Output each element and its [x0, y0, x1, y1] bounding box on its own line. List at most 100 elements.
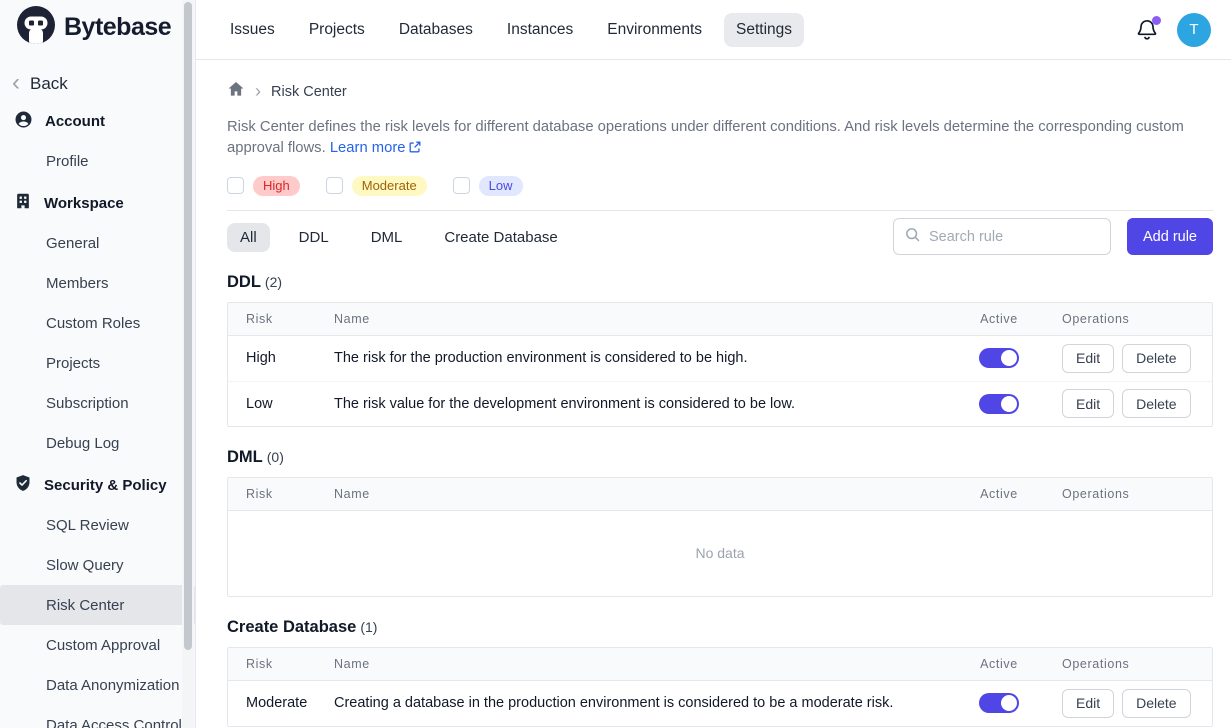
moderate-checkbox[interactable]: [326, 177, 343, 194]
brand-logo[interactable]: Bytebase: [0, 0, 195, 55]
add-rule-button[interactable]: Add rule: [1127, 218, 1213, 255]
delete-button[interactable]: Delete: [1122, 689, 1190, 718]
settings-sidebar: Bytebase ‹ Back Account Profile Workspac…: [0, 0, 196, 728]
nav-item-instances[interactable]: Instances: [495, 13, 585, 47]
sidebar-scrollbar-thumb[interactable]: [184, 2, 192, 650]
back-label: Back: [30, 74, 68, 94]
section-title-ddl: DDL(2): [227, 273, 1213, 292]
sidebar-group-label: Workspace: [44, 195, 124, 212]
section-title-dml: DML(0): [227, 448, 1213, 467]
filter-low: Low: [453, 176, 523, 196]
section-count: (2): [265, 274, 282, 290]
col-operations: Operations: [1054, 657, 1212, 671]
avatar[interactable]: T: [1177, 13, 1211, 47]
empty-state: No data: [228, 511, 1212, 596]
sidebar-header-security-policy: Security & Policy: [0, 465, 195, 505]
col-name: Name: [334, 312, 944, 326]
sidebar-item-members[interactable]: Members: [0, 263, 195, 303]
rule-name: The risk value for the development envir…: [334, 396, 944, 412]
sidebar-item-sql-review[interactable]: SQL Review: [0, 505, 195, 545]
tab-ddl[interactable]: DDL: [286, 223, 342, 252]
nav-links: Issues Projects Databases Instances Envi…: [218, 13, 804, 47]
edit-button[interactable]: Edit: [1062, 689, 1114, 718]
dml-rules-table: Risk Name Active Operations No data: [227, 477, 1213, 597]
sidebar-item-subscription[interactable]: Subscription: [0, 383, 195, 423]
external-link-icon: [408, 140, 422, 154]
risk-value: Low: [228, 396, 334, 412]
sidebar-item-slow-query[interactable]: Slow Query: [0, 545, 195, 585]
col-risk: Risk: [228, 312, 334, 326]
search-icon: [904, 226, 921, 248]
brand-name: Bytebase: [64, 13, 171, 42]
moderate-badge: Moderate: [352, 176, 427, 196]
sidebar-item-data-anonymization[interactable]: Data Anonymization: [0, 665, 195, 705]
sidebar-header-workspace: Workspace: [0, 183, 195, 223]
col-risk: Risk: [228, 487, 334, 501]
edit-button[interactable]: Edit: [1062, 389, 1114, 418]
col-active: Active: [944, 312, 1054, 326]
sidebar-group-label: Account: [45, 113, 105, 130]
tab-all[interactable]: All: [227, 223, 270, 252]
learn-more-link[interactable]: Learn more: [330, 140, 422, 156]
main-area: Issues Projects Databases Instances Envi…: [196, 0, 1231, 728]
nav-right: T: [1135, 13, 1211, 47]
nav-item-issues[interactable]: Issues: [218, 13, 287, 47]
sidebar-item-data-access-control[interactable]: Data Access Control: [0, 705, 195, 728]
high-checkbox[interactable]: [227, 177, 244, 194]
rule-name: The risk for the production environment …: [334, 350, 944, 366]
sidebar-item-projects[interactable]: Projects: [0, 343, 195, 383]
tab-dml[interactable]: DML: [358, 223, 416, 252]
high-badge: High: [253, 176, 300, 196]
col-operations: Operations: [1054, 312, 1212, 326]
nav-item-settings[interactable]: Settings: [724, 13, 804, 47]
home-icon[interactable]: [227, 80, 245, 103]
nav-item-databases[interactable]: Databases: [387, 13, 485, 47]
filter-moderate: Moderate: [326, 176, 427, 196]
building-icon: [14, 192, 32, 214]
top-navigation: Issues Projects Databases Instances Envi…: [196, 0, 1231, 60]
col-name: Name: [334, 657, 944, 671]
nav-item-environments[interactable]: Environments: [595, 13, 714, 47]
sidebar-item-custom-approval[interactable]: Custom Approval: [0, 625, 195, 665]
nav-item-projects[interactable]: Projects: [297, 13, 377, 47]
breadcrumb: › Risk Center: [227, 80, 1213, 103]
section-count: (0): [267, 449, 284, 465]
sidebar-group-security-policy: Security & Policy SQL Review Slow Query …: [0, 465, 195, 728]
low-checkbox[interactable]: [453, 177, 470, 194]
tab-create-database[interactable]: Create Database: [431, 223, 570, 252]
user-icon: [14, 110, 33, 133]
ddl-rules-table: Risk Name Active Operations High The ris…: [227, 302, 1213, 427]
search-box: [893, 218, 1111, 255]
sidebar-item-profile[interactable]: Profile: [0, 141, 195, 181]
sidebar-item-custom-roles[interactable]: Custom Roles: [0, 303, 195, 343]
create-database-rules-table: Risk Name Active Operations Moderate Cre…: [227, 647, 1213, 727]
section-count: (1): [360, 619, 377, 635]
risk-level-filters: High Moderate Low: [227, 176, 1213, 211]
sidebar-item-risk-center[interactable]: Risk Center: [0, 585, 195, 625]
edit-button[interactable]: Edit: [1062, 344, 1114, 373]
active-toggle[interactable]: [979, 693, 1019, 713]
notification-dot: [1152, 16, 1161, 25]
chevron-left-icon: ‹: [12, 71, 20, 95]
risk-center-page: › Risk Center Risk Center defines the ri…: [196, 60, 1231, 728]
active-toggle[interactable]: [979, 394, 1019, 414]
sidebar-group-workspace: Workspace General Members Custom Roles P…: [0, 183, 195, 463]
sidebar-item-debug-log[interactable]: Debug Log: [0, 423, 195, 463]
sidebar-item-general[interactable]: General: [0, 223, 195, 263]
col-operations: Operations: [1054, 487, 1212, 501]
table-header: Risk Name Active Operations: [228, 648, 1212, 681]
notification-bell-icon[interactable]: [1135, 18, 1159, 42]
col-active: Active: [944, 487, 1054, 501]
rule-name: Creating a database in the production en…: [334, 695, 944, 711]
delete-button[interactable]: Delete: [1122, 344, 1190, 373]
breadcrumb-current: Risk Center: [271, 84, 347, 100]
active-toggle[interactable]: [979, 348, 1019, 368]
toolbar: Add rule: [893, 218, 1213, 255]
back-button[interactable]: ‹ Back: [0, 55, 195, 99]
sidebar-header-account: Account: [0, 101, 195, 141]
delete-button[interactable]: Delete: [1122, 389, 1190, 418]
sidebar-scrollbar[interactable]: [182, 0, 194, 728]
search-input[interactable]: [929, 229, 1116, 245]
page-description: Risk Center defines the risk levels for …: [227, 117, 1213, 160]
filter-high: High: [227, 176, 300, 196]
